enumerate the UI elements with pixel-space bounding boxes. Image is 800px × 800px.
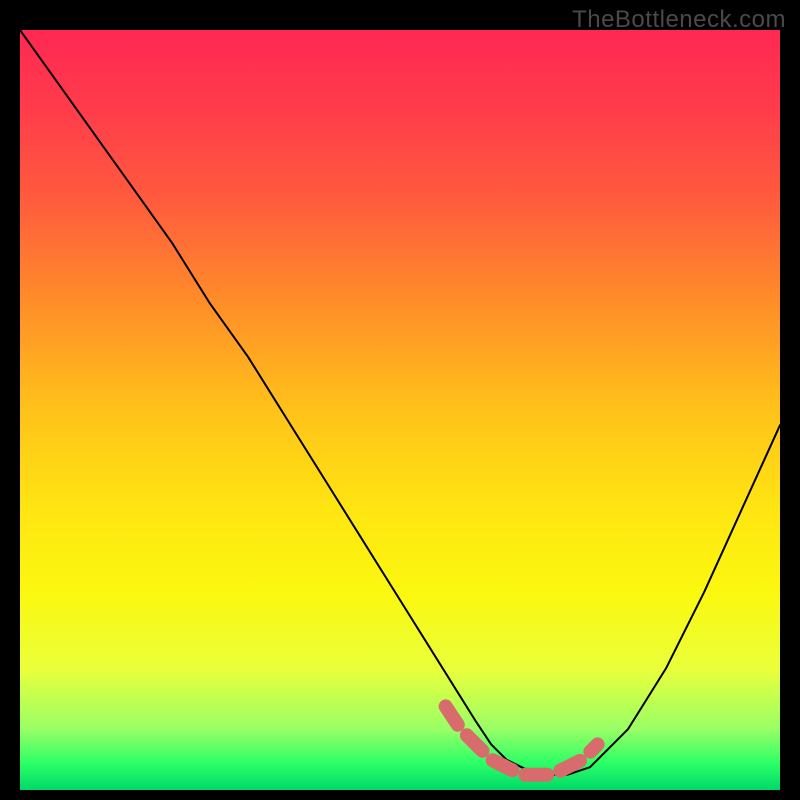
watermark-text: TheBottleneck.com [572,6,786,34]
chart-stage: TheBottleneck.com [0,0,800,800]
chart-svg [20,30,780,790]
chart-plot-area [20,30,780,790]
gradient-background [20,30,780,790]
